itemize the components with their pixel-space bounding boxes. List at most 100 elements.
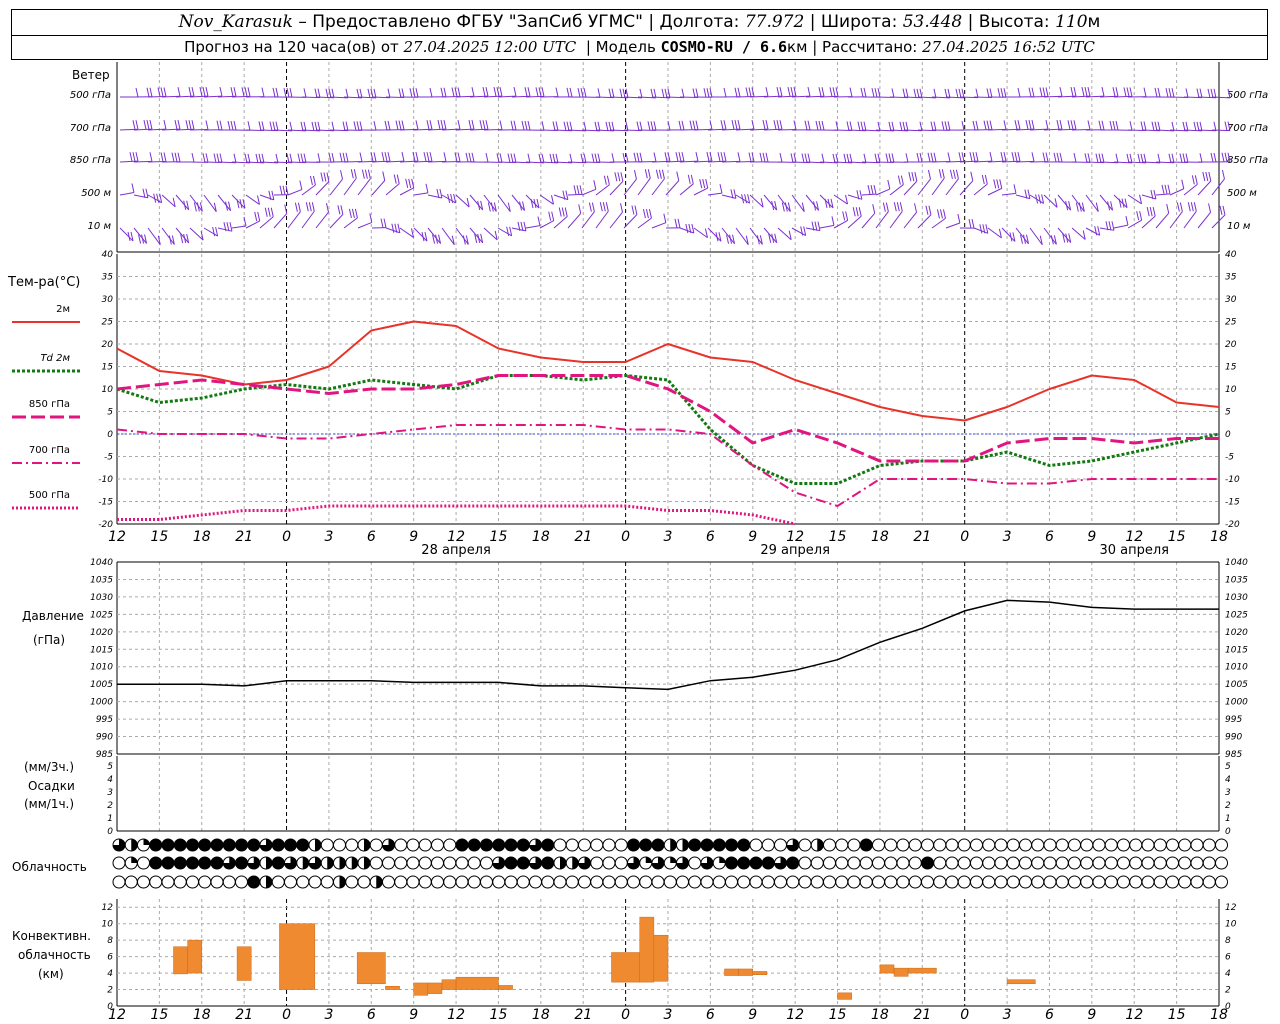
wind-barb-feather [345, 88, 349, 98]
wind-barb-feather [216, 120, 220, 130]
wind-barb [973, 183, 988, 196]
cloud-cover-symbol [186, 838, 199, 852]
temp-ytick-right: 15 [1225, 363, 1237, 373]
temp-hour-label: 6 [1045, 529, 1054, 545]
wind-barb-feather [873, 185, 877, 195]
wind-barb [693, 187, 708, 196]
cloud-cover-symbol [957, 875, 971, 889]
wind-barb-feather [337, 205, 341, 215]
temp-legend-label: 2м [56, 304, 70, 315]
wind-barb-feather [258, 121, 262, 131]
wind-barb-feather [639, 88, 643, 98]
wind-barb-feather [831, 216, 835, 226]
wind-barb-feather [961, 88, 965, 98]
cloud-cover-symbol [161, 856, 175, 870]
cloud-cover-symbol [1129, 875, 1143, 889]
conv-hour-label: 18 [1210, 1007, 1228, 1023]
temp-hour-label: 15 [829, 529, 847, 545]
wind-barb-feather [860, 87, 864, 98]
cloud-cover-symbol [1006, 875, 1020, 889]
cloud-cover-symbol [749, 856, 763, 870]
cloud-cover-symbol [431, 856, 444, 870]
wind-barb-feather [314, 88, 318, 98]
wind-barb-feather [1205, 171, 1209, 182]
cloud-cover-symbol [712, 875, 726, 889]
wind-barb-feather [1125, 215, 1129, 226]
wind-barb-feather [938, 169, 942, 179]
cloud-cover-symbol [565, 875, 579, 889]
cloud-cover-symbol [1141, 856, 1155, 870]
wind-barb-feather [565, 190, 569, 200]
wind-barb-feather [605, 202, 609, 212]
conv-hour-label: 21 [574, 1007, 592, 1023]
pressure-ytick-right: 1010 [1225, 663, 1248, 673]
wind-barb-feather [625, 88, 629, 98]
conv-hour-label: 12 [108, 1007, 126, 1023]
temp-ytick-left: -15 [98, 498, 113, 508]
wind-barb-feather [706, 152, 710, 162]
cloud-cover-symbol [369, 838, 383, 852]
wind-barb [357, 221, 373, 229]
cloud-cover-symbol [872, 875, 885, 889]
cloud-cover-symbol [1166, 838, 1179, 852]
wind-barb-feather [282, 185, 286, 195]
wind-barb-feather [1073, 87, 1077, 97]
pressure-ytick-right: 1005 [1225, 680, 1248, 690]
cloud-cover-symbol [222, 875, 236, 889]
wind-barb-feather [602, 202, 606, 212]
wind-barb-feather [317, 88, 321, 98]
conv-hour-label: 15 [490, 1007, 508, 1023]
wind-barb-feather [1139, 211, 1143, 221]
cloud-cover-symbol [1043, 875, 1057, 889]
conv-cloud-bar [653, 934, 669, 982]
wind-barb [595, 184, 610, 196]
wind-barb-feather [1154, 87, 1158, 98]
wind-barb-feather [801, 153, 805, 163]
wind-barb-feather [143, 120, 147, 130]
wind-barb-feather [925, 205, 929, 215]
wind-barb-feather [1059, 120, 1063, 130]
temp-ytick-right: -5 [1225, 453, 1234, 463]
wind-barb-feather [552, 121, 556, 131]
wind-barb-feather [131, 183, 135, 193]
precip-ytick-right: 0 [1225, 827, 1231, 837]
temp-hour-label: 3 [664, 529, 673, 545]
cloud-cover-symbol [553, 875, 567, 889]
wind-barb-feather [359, 121, 363, 131]
wind-barb-feather [380, 218, 384, 228]
wind-barb-feather [985, 224, 989, 234]
wind-barb [1001, 192, 1017, 196]
wind-barb-feather [852, 207, 856, 217]
wind-barb-feather [1167, 184, 1171, 194]
wind-barb [189, 227, 204, 241]
wind-barb-feather [149, 120, 153, 130]
cloud-cover-symbol [1202, 838, 1216, 852]
wind-barb-feather [606, 175, 610, 185]
wind-barb-feather [986, 120, 990, 130]
wind-barb-feather [893, 202, 897, 212]
wind-barb-feather [1115, 153, 1119, 163]
wind-barb-feather [706, 88, 710, 98]
wind-barb-feather [373, 152, 377, 162]
wind-barb-feather [1222, 205, 1226, 216]
temp-hour-label: 12 [108, 529, 126, 545]
wind-barb-feather [807, 153, 811, 163]
wind-barb-feather [625, 121, 629, 131]
cloud-cover-symbol [1215, 838, 1228, 852]
wind-barb-feather [353, 169, 357, 179]
wind-barb-feather [905, 121, 909, 131]
wind-barb-feather [720, 152, 724, 162]
wind-barb-feather [485, 120, 489, 130]
wind-barb-feather [1073, 152, 1077, 163]
wind-barb-feather [1087, 120, 1091, 130]
wind-barb-feather [633, 152, 637, 162]
wind-barb [1127, 219, 1142, 229]
cloud-cover-symbol [1166, 856, 1179, 870]
wind-barb-feather [860, 121, 864, 131]
cloud-cover-fill [817, 839, 824, 851]
wind-barb [301, 184, 316, 196]
cloud-cover-symbol [431, 838, 444, 852]
temp-hour-label: 0 [282, 529, 291, 545]
wind-barb-feather [426, 152, 430, 162]
cloud-cover-symbol [590, 856, 604, 870]
